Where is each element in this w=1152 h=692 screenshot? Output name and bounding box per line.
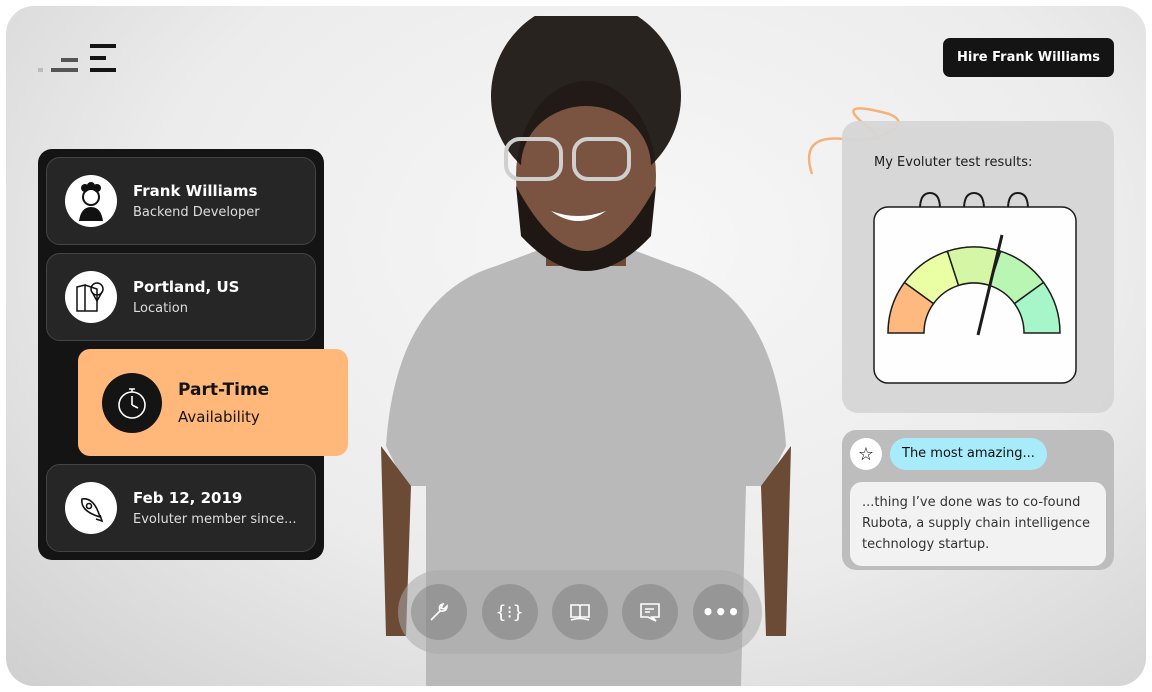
profile-card-name[interactable]: Frank Williams Backend Developer [46,157,316,245]
hire-button[interactable]: Hire Frank Williams [943,38,1114,77]
profile-name: Frank Williams [133,182,258,200]
test-results-card: My Evoluter test results: [842,121,1114,413]
quote-card: ☆ The most amazing... ...thing I’ve done… [842,430,1114,570]
quote-heading: The most amazing... [890,438,1047,470]
more-icon[interactable]: ••• [692,584,749,640]
avatar [65,175,117,227]
member-date: Feb 12, 2019 [133,489,243,507]
stopwatch-icon [102,372,162,433]
availability-title: Part-Time [178,379,270,400]
code-braces-icon[interactable]: {⁝} [481,584,538,640]
wrench-icon[interactable] [411,584,468,640]
quote-body: ...thing I’ve done was to co-found Rubot… [850,482,1106,566]
action-dock: {⁝} ••• [398,570,762,654]
profile-card-member-since[interactable]: Feb 12, 2019 Evoluter member since... [46,464,316,552]
location-label: Location [133,301,188,316]
location-title: Portland, US [133,278,240,296]
book-icon[interactable] [551,584,608,640]
availability-label: Availability [178,407,260,426]
gauge-chart [873,191,1077,384]
message-icon[interactable] [622,584,679,640]
star-icon[interactable]: ☆ [850,438,882,470]
profile-role: Backend Developer [133,205,260,220]
profile-card-location[interactable]: Portland, US Location [46,253,316,341]
profile-card-availability[interactable]: Part-Time Availability [78,349,348,456]
test-results-title: My Evoluter test results: [874,155,1033,170]
app-frame: Hire Frank Williams Frank Williams Backen… [6,6,1146,686]
member-label: Evoluter member since... [133,512,297,527]
rocket-icon [65,482,117,534]
map-pin-icon [65,271,117,323]
